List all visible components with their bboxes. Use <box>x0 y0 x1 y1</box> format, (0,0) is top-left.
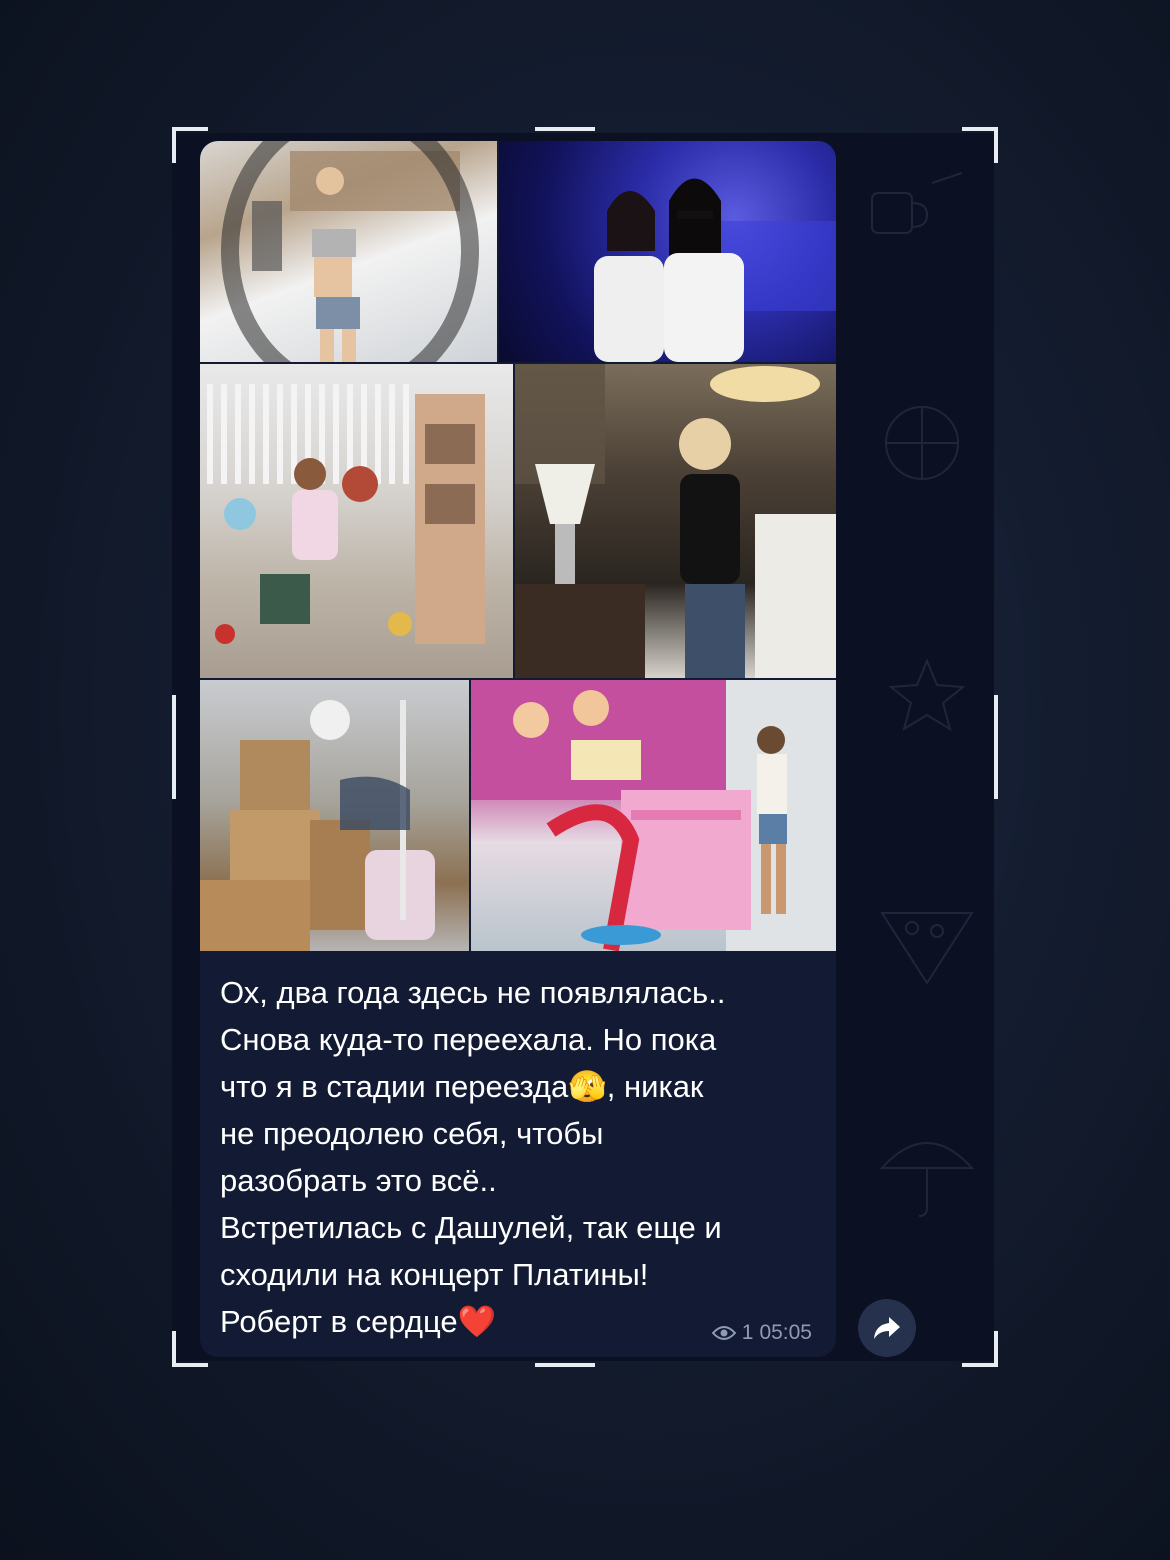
frame-edge-left <box>172 695 176 799</box>
photo-concert-friends[interactable] <box>499 141 836 362</box>
photo-mirror-selfie[interactable] <box>200 141 497 362</box>
photo-restaurant-image <box>515 364 836 678</box>
share-arrow-icon <box>874 1317 900 1339</box>
photo-mirror-selfie-image <box>221 141 479 362</box>
frame-edge-right <box>994 695 998 799</box>
photo-child-toys-image <box>207 384 485 644</box>
message-meta: 1 05:05 <box>711 1321 812 1345</box>
message-bubble: Ох, два года здесь не появлялась.. Снова… <box>200 141 836 1357</box>
eye-icon <box>711 1326 736 1340</box>
photo-concert-friends-image <box>594 178 836 362</box>
message-text: Ох, два года здесь не появлялась.. Снова… <box>220 975 726 1339</box>
chat-background: Ох, два года здесь не появлялась.. Снова… <box>172 133 994 1361</box>
doodle-pizza <box>880 912 974 985</box>
doodle-umbrella <box>879 1142 975 1217</box>
frame-edge-bottom <box>535 1363 595 1367</box>
doodle-star <box>888 658 966 732</box>
share-button[interactable] <box>858 1299 916 1357</box>
photo-moving-boxes-image <box>200 700 435 951</box>
photo-restaurant[interactable] <box>515 364 836 678</box>
frame-corner-bottom-right <box>962 1331 998 1367</box>
photo-child-toys[interactable] <box>200 364 513 678</box>
frame-corner-bottom-left <box>172 1331 208 1367</box>
frame-corner-top-left <box>172 127 208 163</box>
photo-dollhouse[interactable] <box>471 680 836 951</box>
view-count: 1 <box>741 1321 754 1344</box>
photo-moving-boxes[interactable] <box>200 680 469 951</box>
frame-corner-top-right <box>962 127 998 163</box>
frame-edge-top <box>535 127 595 131</box>
message-time: 05:05 <box>759 1321 812 1344</box>
doodle-cup <box>871 172 963 234</box>
doodle-ball <box>885 406 959 480</box>
screenshot-frame: Ох, два года здесь не появлялась.. Снова… <box>172 127 998 1367</box>
photo-dollhouse-image <box>471 680 836 951</box>
